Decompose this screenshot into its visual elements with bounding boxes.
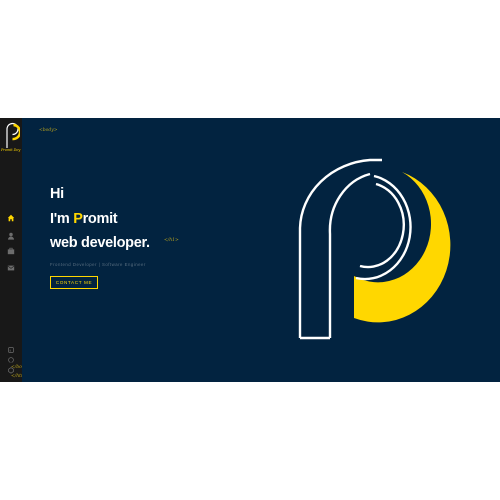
nav-home[interactable] [6, 213, 16, 223]
hero-section: <body> Hi I'm Promit web developer. </h1… [22, 118, 500, 382]
mail-icon [7, 265, 15, 271]
linkedin-icon [8, 347, 14, 353]
contact-me-button[interactable]: CONTACT ME [50, 276, 98, 289]
h1-close-tag: </h1> [164, 238, 179, 243]
page-frame: Promit Dey </body> </html> <body> Hi I'm… [0, 118, 500, 382]
hero-name-initial: P [73, 211, 83, 227]
brand-name: Promit Dey [1, 148, 21, 152]
social-linkedin[interactable] [6, 345, 16, 355]
user-icon [7, 232, 15, 240]
hero-line-1: Hi [50, 186, 64, 202]
briefcase-icon [7, 247, 15, 255]
home-icon [7, 214, 15, 222]
hero-line-3: web developer. [50, 235, 150, 251]
brand-logo-large-icon [298, 158, 451, 340]
hero-greeting: I'm [50, 211, 74, 227]
github-icon [8, 357, 14, 363]
hero-subtitle: Frontend Developer | Software Engineer [50, 262, 146, 267]
hero-line-2: I'm Promit [50, 211, 118, 227]
social-github[interactable] [6, 355, 16, 365]
nav-about[interactable] [6, 231, 16, 241]
hero-name-rest: romit [82, 211, 118, 227]
sidebar: Promit Dey </body> </html> [0, 118, 31, 382]
nav-skills[interactable] [6, 246, 16, 256]
body-open-tag: <body> [39, 128, 58, 133]
nav-work[interactable] [6, 263, 16, 273]
